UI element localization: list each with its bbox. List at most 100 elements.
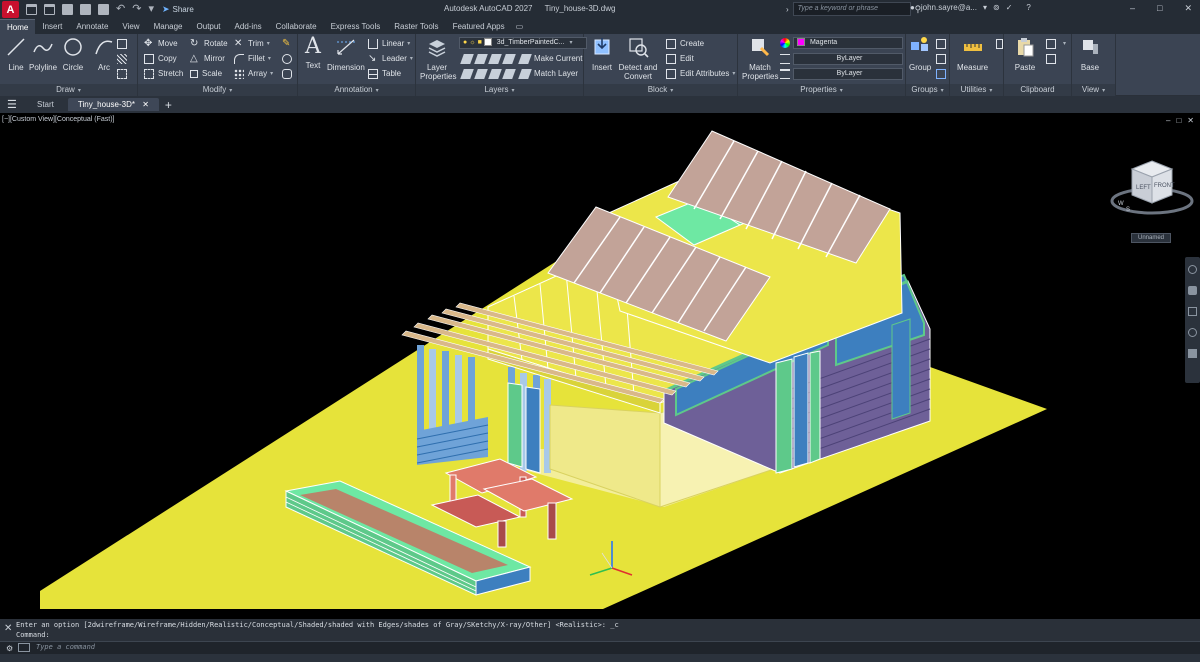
match-layer-tool[interactable]: Match Layer — [518, 67, 578, 81]
cut-tool[interactable]: ▾ — [1046, 37, 1066, 51]
polyline-tool[interactable]: Polyline — [29, 36, 57, 72]
copy-tool[interactable]: Copy — [144, 52, 177, 66]
group-select-tool[interactable] — [936, 67, 950, 81]
explode-tool[interactable] — [282, 52, 296, 66]
array-tool[interactable]: Array ▾ — [234, 67, 273, 81]
match-properties-tool[interactable]: Match Properties — [742, 36, 778, 81]
layer-on-icon[interactable] — [460, 69, 474, 79]
tab-start[interactable]: Start — [27, 98, 64, 111]
stretch-tool[interactable]: Stretch — [144, 67, 183, 81]
trim-tool[interactable]: ✕ Trim ▾ — [234, 37, 270, 51]
tab-featured-apps[interactable]: Featured Apps — [446, 19, 512, 34]
layer-properties-tool[interactable]: Layer Properties — [420, 36, 456, 81]
layer-lock-icon[interactable] — [502, 54, 516, 64]
search-chevron-icon[interactable]: › — [786, 5, 789, 14]
tab-view[interactable]: View — [115, 19, 146, 34]
viewport-minimize-icon[interactable]: – — [1166, 116, 1170, 125]
tab-annotate[interactable]: Annotate — [69, 19, 115, 34]
dimension-tool[interactable]: Dimension — [327, 36, 365, 72]
view-panel-title[interactable]: View ▾ — [1072, 84, 1115, 96]
steering-wheel-icon[interactable] — [1188, 265, 1197, 274]
gable-window-right[interactable] — [891, 318, 911, 420]
open-file-icon[interactable] — [44, 4, 55, 15]
tab-tiny-house-3d[interactable]: Tiny_house-3D* ✕ — [67, 98, 159, 111]
tab-collaborate[interactable]: Collaborate — [269, 19, 324, 34]
rotate-tool[interactable]: ↻ Rotate — [190, 37, 228, 51]
user-name[interactable]: john.sayre@a... — [921, 3, 977, 12]
plot-icon[interactable] — [98, 4, 109, 15]
customize-qat-icon[interactable]: ▾ — [148, 4, 154, 15]
tab-express-tools[interactable]: Express Tools — [324, 19, 388, 34]
tab-manage[interactable]: Manage — [147, 19, 190, 34]
close-command-icon[interactable]: ✕ — [4, 623, 12, 634]
edit-attributes-tool[interactable]: Edit Attributes ▾ — [666, 67, 735, 81]
user-menu-chevron-icon[interactable]: ▾ — [983, 3, 987, 12]
tab-add-ins[interactable]: Add-ins — [228, 19, 269, 34]
boundary-tool[interactable] — [117, 67, 131, 81]
viewport-label[interactable]: [−][Custom View][Conceptual (Fast)] — [2, 116, 115, 123]
tab-output[interactable]: Output — [190, 19, 228, 34]
compass-w-label[interactable]: W — [1118, 201, 1124, 207]
exchange-icon[interactable]: ✓ — [1006, 3, 1013, 12]
move-tool[interactable]: ✥ Move — [144, 37, 178, 51]
autocad-logo-icon[interactable]: A — [2, 1, 19, 18]
new-file-icon[interactable] — [26, 4, 37, 15]
recent-commands-icon[interactable] — [18, 643, 30, 652]
rectangle-tool[interactable] — [117, 37, 131, 51]
showmotion-icon[interactable] — [1188, 349, 1197, 358]
group-tool[interactable]: Group — [909, 36, 931, 72]
clipboard-panel-title[interactable]: Clipboard — [1004, 84, 1071, 96]
tab-close-icon[interactable]: ✕ — [142, 100, 149, 109]
circle-tool[interactable]: Circle — [62, 36, 84, 72]
orbit-icon[interactable] — [1188, 328, 1197, 337]
measure-tool[interactable]: Measure — [957, 36, 988, 72]
groups-panel-title[interactable]: Groups ▾ — [906, 84, 949, 96]
compass-s-label[interactable]: S — [1126, 207, 1130, 213]
undo-icon[interactable]: ↶ — [116, 4, 125, 15]
hamburger-menu-icon[interactable]: ☰ — [7, 98, 23, 111]
redo-icon[interactable]: ↷ — [132, 4, 141, 15]
share-button[interactable]: ➤ Share — [162, 4, 194, 15]
lineweight-dropdown[interactable]: ByLayer — [793, 68, 903, 80]
cart-icon[interactable]: ⊚ — [993, 3, 1000, 12]
close-icon[interactable]: ✕ — [1184, 3, 1192, 14]
layer-off-icon[interactable] — [460, 54, 474, 64]
table-tool[interactable]: Table — [368, 67, 401, 81]
ungroup-tool[interactable] — [936, 37, 950, 51]
block-panel-title[interactable]: Block ▾ — [584, 84, 737, 96]
create-block-tool[interactable]: Create — [666, 37, 704, 51]
drawing-viewport[interactable]: [−][Custom View][Conceptual (Fast)] – □ … — [0, 113, 1200, 619]
command-input[interactable]: Type a command — [36, 643, 95, 651]
offset-tool[interactable] — [282, 67, 296, 81]
line-tool[interactable]: Line — [5, 36, 27, 72]
viewcube[interactable]: LEFT FRONT W S — [1108, 153, 1200, 223]
layer-freeze-icon[interactable] — [488, 54, 502, 64]
pan-icon[interactable] — [1188, 286, 1197, 295]
fillet-tool[interactable]: Fillet ▾ — [234, 52, 271, 66]
color-dropdown[interactable]: Magenta — [793, 37, 903, 49]
layers-panel-title[interactable]: Layers ▾ — [416, 84, 583, 96]
detect-convert-tool[interactable]: Detect and Convert — [617, 36, 659, 81]
utilities-panel-title[interactable]: Utilities ▾ — [950, 84, 1003, 96]
layer-unisolate-icon[interactable] — [474, 69, 488, 79]
tab-insert[interactable]: Insert — [35, 19, 69, 34]
scale-tool[interactable]: Scale — [190, 67, 222, 81]
hatch-tool[interactable] — [117, 52, 131, 66]
ucs-view-dropdown[interactable]: Unnamed — [1131, 233, 1171, 243]
maximize-icon[interactable]: □ — [1157, 3, 1162, 14]
layer-dropdown[interactable]: ● ☼ ■ 3d_TimberPaintedC... ▾ — [459, 37, 587, 49]
linetype-dropdown[interactable]: ByLayer — [793, 53, 903, 65]
mirror-tool[interactable]: △ Mirror — [190, 52, 225, 66]
draw-panel-title[interactable]: Draw ▾ — [0, 84, 137, 96]
viewport-restore-icon[interactable]: □ — [1176, 116, 1181, 125]
arc-tool[interactable]: Arc — [93, 36, 115, 72]
save-icon[interactable] — [62, 4, 73, 15]
zoom-icon[interactable] — [1188, 307, 1197, 316]
tab-home[interactable]: Home — [0, 19, 36, 34]
minimize-icon[interactable]: – — [1130, 3, 1135, 14]
layer-thaw-icon[interactable] — [488, 69, 502, 79]
make-current-tool[interactable]: Make Current — [518, 52, 582, 66]
linear-tool[interactable]: Linear ▾ — [368, 37, 410, 51]
user-icon[interactable]: ● — [910, 3, 915, 12]
text-tool[interactable]: A Text — [302, 36, 324, 71]
